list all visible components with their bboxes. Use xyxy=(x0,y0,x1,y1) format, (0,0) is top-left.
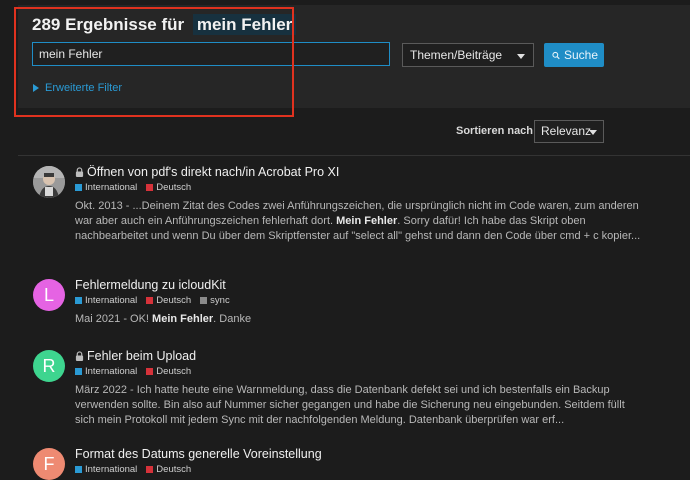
excerpt-match: Mein Fehler xyxy=(152,313,214,325)
result-count-label: 289 Ergebnisse für xyxy=(32,15,185,34)
tag-label: Deutsch xyxy=(156,295,192,306)
search-icon xyxy=(552,51,560,59)
excerpt-text: - OK! xyxy=(120,313,153,325)
tag-deutsch[interactable]: Deutsch xyxy=(146,295,191,306)
result-title: Fehler beim Upload xyxy=(87,349,197,363)
tag-deutsch[interactable]: Deutsch xyxy=(146,366,191,377)
result-title: Fehlermeldung zu icloudKit xyxy=(75,278,226,292)
tag-list: International Deutsch xyxy=(75,464,191,475)
result-excerpt: Mai 2021 - OK! Mein Fehler. Danke xyxy=(75,312,645,327)
tag-deutsch[interactable]: Deutsch xyxy=(146,182,191,193)
result-excerpt: Okt. 2013 - ...Deinem Zitat des Codes zw… xyxy=(75,199,645,244)
result-date: März 2022 xyxy=(75,384,127,396)
sort-label: Sortieren nach xyxy=(456,125,534,137)
avatar[interactable]: R xyxy=(33,350,65,382)
category-square-icon xyxy=(75,368,82,375)
avatar-initial: L xyxy=(43,284,54,305)
tag-label: International xyxy=(85,366,138,377)
search-button[interactable]: Suche xyxy=(544,43,604,67)
advanced-filter-toggle[interactable]: Erweiterte Filter xyxy=(33,82,122,94)
result-date: Okt. 2013 xyxy=(75,200,123,212)
result-title-link[interactable]: Öffnen von pdf's direkt nach/in Acrobat … xyxy=(75,165,339,179)
tag-list: International Deutsch xyxy=(75,366,191,377)
tag-deutsch[interactable]: Deutsch xyxy=(146,464,191,475)
category-square-icon xyxy=(146,297,154,304)
tag-list: International Deutsch xyxy=(75,182,191,193)
type-select-value: Themen/Beiträge xyxy=(410,48,503,62)
tag-label: sync xyxy=(210,295,230,306)
tag-label: Deutsch xyxy=(156,366,192,377)
avatar-initial: F xyxy=(43,453,55,474)
tag-sync[interactable]: sync xyxy=(200,295,230,306)
excerpt-text: . Danke xyxy=(213,313,252,325)
result-title-link[interactable]: Fehler beim Upload xyxy=(75,349,196,363)
search-button-label: Suche xyxy=(563,48,598,62)
chevron-down-icon xyxy=(517,54,525,59)
tag-international[interactable]: International xyxy=(75,464,137,475)
tag-label: International xyxy=(85,295,138,306)
tag-label: Deutsch xyxy=(156,182,192,193)
type-select[interactable]: Themen/Beiträge xyxy=(402,43,534,67)
avatar[interactable]: F xyxy=(33,448,65,480)
tag-label: International xyxy=(85,464,138,475)
tag-label: Deutsch xyxy=(156,464,192,475)
tag-international[interactable]: International xyxy=(75,366,137,377)
lock-icon xyxy=(75,351,84,361)
lock-icon xyxy=(75,167,84,177)
category-square-icon xyxy=(75,184,82,191)
tag-square-icon xyxy=(200,297,208,304)
result-title: Öffnen von pdf's direkt nach/in Acrobat … xyxy=(87,165,340,179)
advanced-filter-label: Erweiterte Filter xyxy=(45,82,123,94)
category-square-icon xyxy=(75,297,82,304)
tag-label: International xyxy=(85,182,138,193)
category-square-icon xyxy=(146,466,154,473)
caret-right-icon xyxy=(33,84,39,92)
category-square-icon xyxy=(146,368,154,375)
result-date: Mai 2021 xyxy=(75,313,121,325)
tag-list: International Deutsch sync xyxy=(75,295,230,306)
category-square-icon xyxy=(75,466,82,473)
search-term-highlight: mein Fehler xyxy=(192,14,297,35)
sort-select-value: Relevanz xyxy=(541,124,592,138)
result-title: Format des Datums generelle Voreinstellu… xyxy=(75,447,322,461)
result-title-link[interactable]: Fehlermeldung zu icloudKit xyxy=(75,278,226,292)
category-square-icon xyxy=(146,184,154,191)
user-photo-icon xyxy=(33,166,65,198)
tag-international[interactable]: International xyxy=(75,295,137,306)
result-excerpt: März 2022 - Ich hatte heute eine Warnmel… xyxy=(75,383,645,428)
avatar-initial: R xyxy=(42,355,56,376)
page-title: 289 Ergebnisse für mein Fehler xyxy=(32,14,297,35)
excerpt-text: - Ich hatte heute eine Warnmeldung, dass… xyxy=(75,384,625,426)
excerpt-match: Mein Fehler xyxy=(336,215,398,227)
divider xyxy=(18,155,690,156)
result-title-link[interactable]: Format des Datums generelle Voreinstellu… xyxy=(75,447,322,461)
chevron-down-icon xyxy=(589,130,597,135)
search-input[interactable] xyxy=(32,42,390,66)
avatar[interactable]: L xyxy=(33,279,65,311)
sort-select[interactable]: Relevanz xyxy=(534,120,604,143)
tag-international[interactable]: International xyxy=(75,182,137,193)
avatar[interactable] xyxy=(33,166,65,198)
